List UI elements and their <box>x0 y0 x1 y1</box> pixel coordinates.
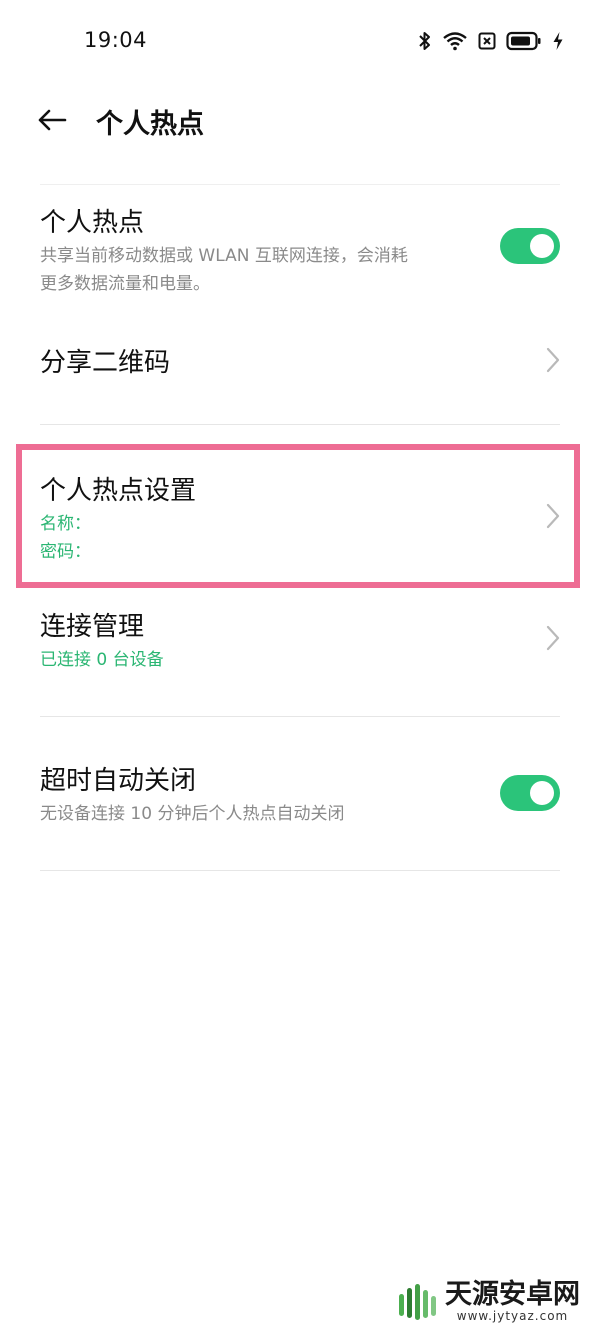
timeout-auto-close-toggle[interactable] <box>500 775 560 811</box>
chevron-right-icon <box>546 625 560 651</box>
app-bar: 个人热点 <box>0 90 600 150</box>
top-divider <box>40 184 560 185</box>
bluetooth-icon <box>419 32 430 50</box>
charging-icon <box>553 32 563 50</box>
divider <box>40 716 560 717</box>
timeout-auto-close-title: 超时自动关闭 <box>40 766 197 796</box>
connection-management-title: 连接管理 <box>40 612 145 642</box>
status-time: 19:04 <box>84 28 148 52</box>
hotspot-toggle[interactable] <box>500 228 560 264</box>
divider <box>40 870 560 871</box>
page-title: 个人热点 <box>96 109 204 140</box>
no-sim-icon <box>478 32 496 50</box>
battery-icon <box>506 31 541 51</box>
status-icons <box>418 30 564 52</box>
share-qr-row[interactable]: 分享二维码 <box>0 316 600 424</box>
hotspot-settings-row[interactable]: 个人热点设置 名称： 密码： <box>0 450 600 580</box>
timeout-auto-close-description: 无设备连接 10 分钟后个人热点自动关闭 <box>40 804 345 824</box>
share-qr-title: 分享二维码 <box>40 348 171 378</box>
hotspot-password-label: 密码： <box>40 542 91 562</box>
toggle-knob <box>530 781 554 805</box>
connection-management-row[interactable]: 连接管理 已连接 0 台设备 <box>0 590 600 716</box>
hotspot-settings-title: 个人热点设置 <box>40 476 197 506</box>
timeout-auto-close-row[interactable]: 超时自动关闭 无设备连接 10 分钟后个人热点自动关闭 <box>0 744 600 870</box>
watermark-url: www.jytyaz.com <box>456 1309 569 1323</box>
hotspot-title: 个人热点 <box>40 208 145 238</box>
chevron-right-icon <box>546 503 560 529</box>
hotspot-description-line1: 共享当前移动数据或 WLAN 互联网连接，会消耗 <box>40 246 408 266</box>
hotspot-description-line2: 更多数据流量和电量。 <box>40 274 210 294</box>
back-arrow-icon <box>38 109 67 131</box>
android-logo-icon <box>399 1284 436 1320</box>
wifi-icon <box>443 32 467 51</box>
divider <box>40 424 560 425</box>
watermark-text: 天源安卓网 www.jytyaz.com <box>445 1279 580 1324</box>
hotspot-name-label: 名称： <box>40 514 91 534</box>
toggle-knob <box>530 234 554 258</box>
watermark-name: 天源安卓网 <box>445 1279 580 1310</box>
chevron-right-icon <box>546 347 560 373</box>
status-bar: 19:04 <box>0 0 600 80</box>
connected-devices-count: 已连接 0 台设备 <box>40 650 164 670</box>
screen: 19:04 个人热点 个人热点 共享当前移动数据或 WLAN 互联网连接，会消耗… <box>0 0 600 1333</box>
watermark: 天源安卓网 www.jytyaz.com <box>395 1279 580 1325</box>
hotspot-toggle-row[interactable]: 个人热点 共享当前移动数据或 WLAN 互联网连接，会消耗 更多数据流量和电量。 <box>0 186 600 306</box>
back-button[interactable] <box>30 102 74 138</box>
